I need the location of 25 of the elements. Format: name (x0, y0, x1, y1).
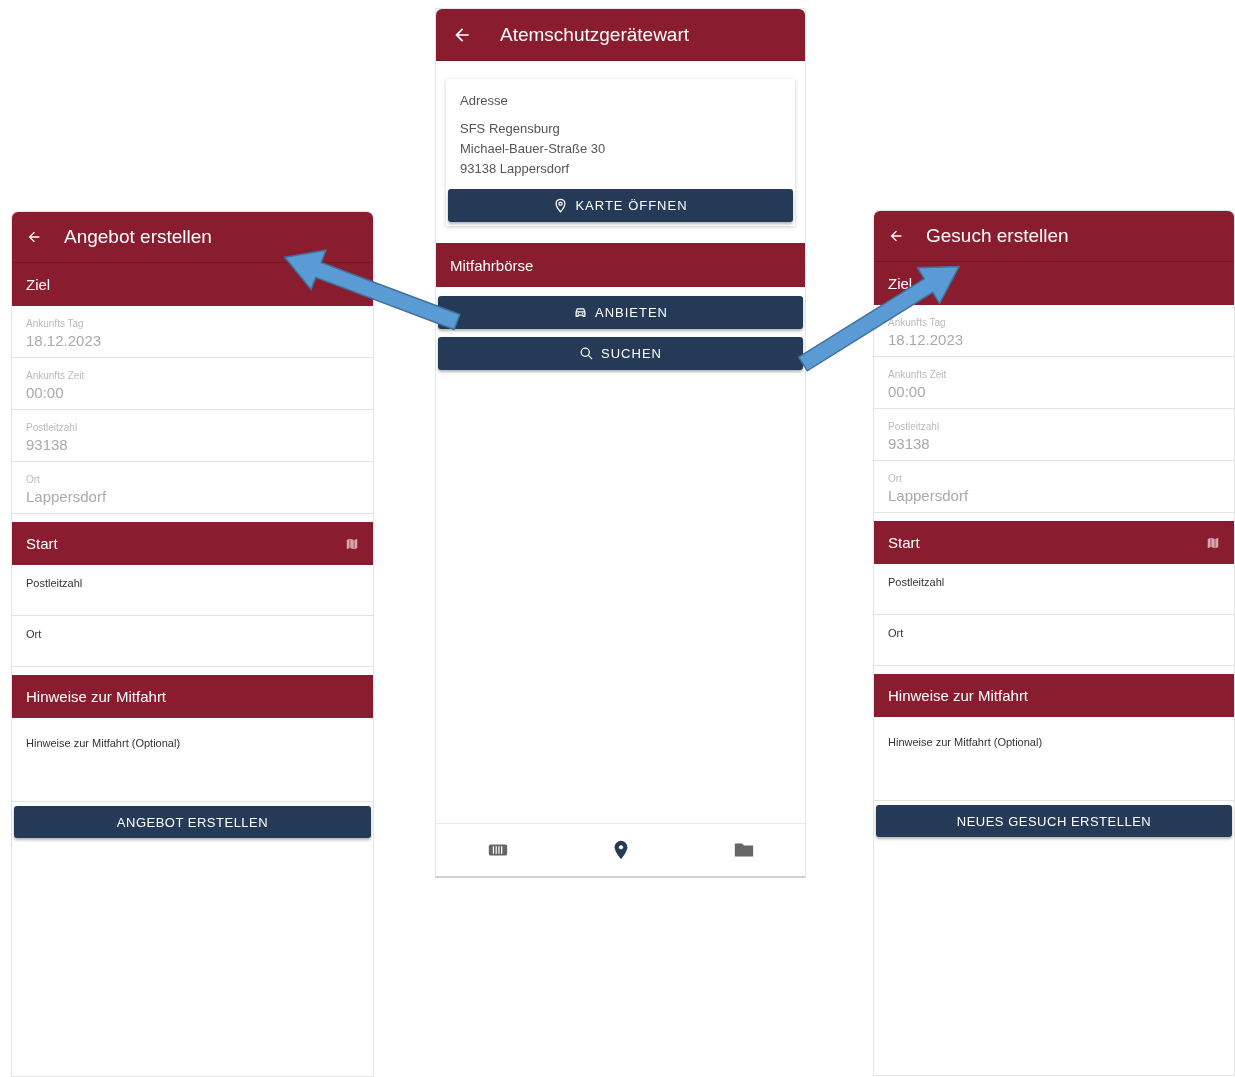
address-line: Michael-Bauer-Straße 30 (460, 141, 607, 156)
section-title: Ziel (888, 275, 913, 292)
section-title: Hinweise zur Mitfahrt (26, 688, 167, 705)
submit-button[interactable]: ANGEBOT ERSTELLEN (14, 806, 371, 838)
address-line: 93138 Lappersdorf (460, 161, 571, 176)
section-title: Hinweise zur Mitfahrt (888, 687, 1029, 704)
section-title: Start (888, 534, 920, 551)
screen-title: Angebot erstellen (64, 226, 212, 248)
offer-button[interactable]: ANBIETEN (438, 296, 803, 329)
screen-title: Atemschutzgerätewart (500, 23, 690, 46)
screen-title: Gesuch erstellen (926, 225, 1069, 247)
back-arrow-icon[interactable] (26, 229, 42, 245)
map-icon[interactable] (345, 536, 359, 551)
address-line: SFS Regensburg (460, 121, 561, 136)
search-icon (579, 346, 595, 361)
search-button[interactable]: SUCHEN (438, 337, 803, 370)
address-label: Adresse (459, 93, 509, 108)
car-icon (573, 305, 588, 320)
back-arrow-icon[interactable] (888, 228, 904, 244)
section-title: Mitfahrbörse (450, 256, 534, 274)
section-title: Ziel (26, 276, 51, 293)
map-icon[interactable] (1206, 535, 1220, 550)
open-map-button[interactable]: KARTE ÖFFNEN (448, 189, 793, 222)
section-title: Start (26, 535, 58, 552)
submit-button[interactable]: NEUES GESUCH ERSTELLEN (876, 805, 1232, 837)
